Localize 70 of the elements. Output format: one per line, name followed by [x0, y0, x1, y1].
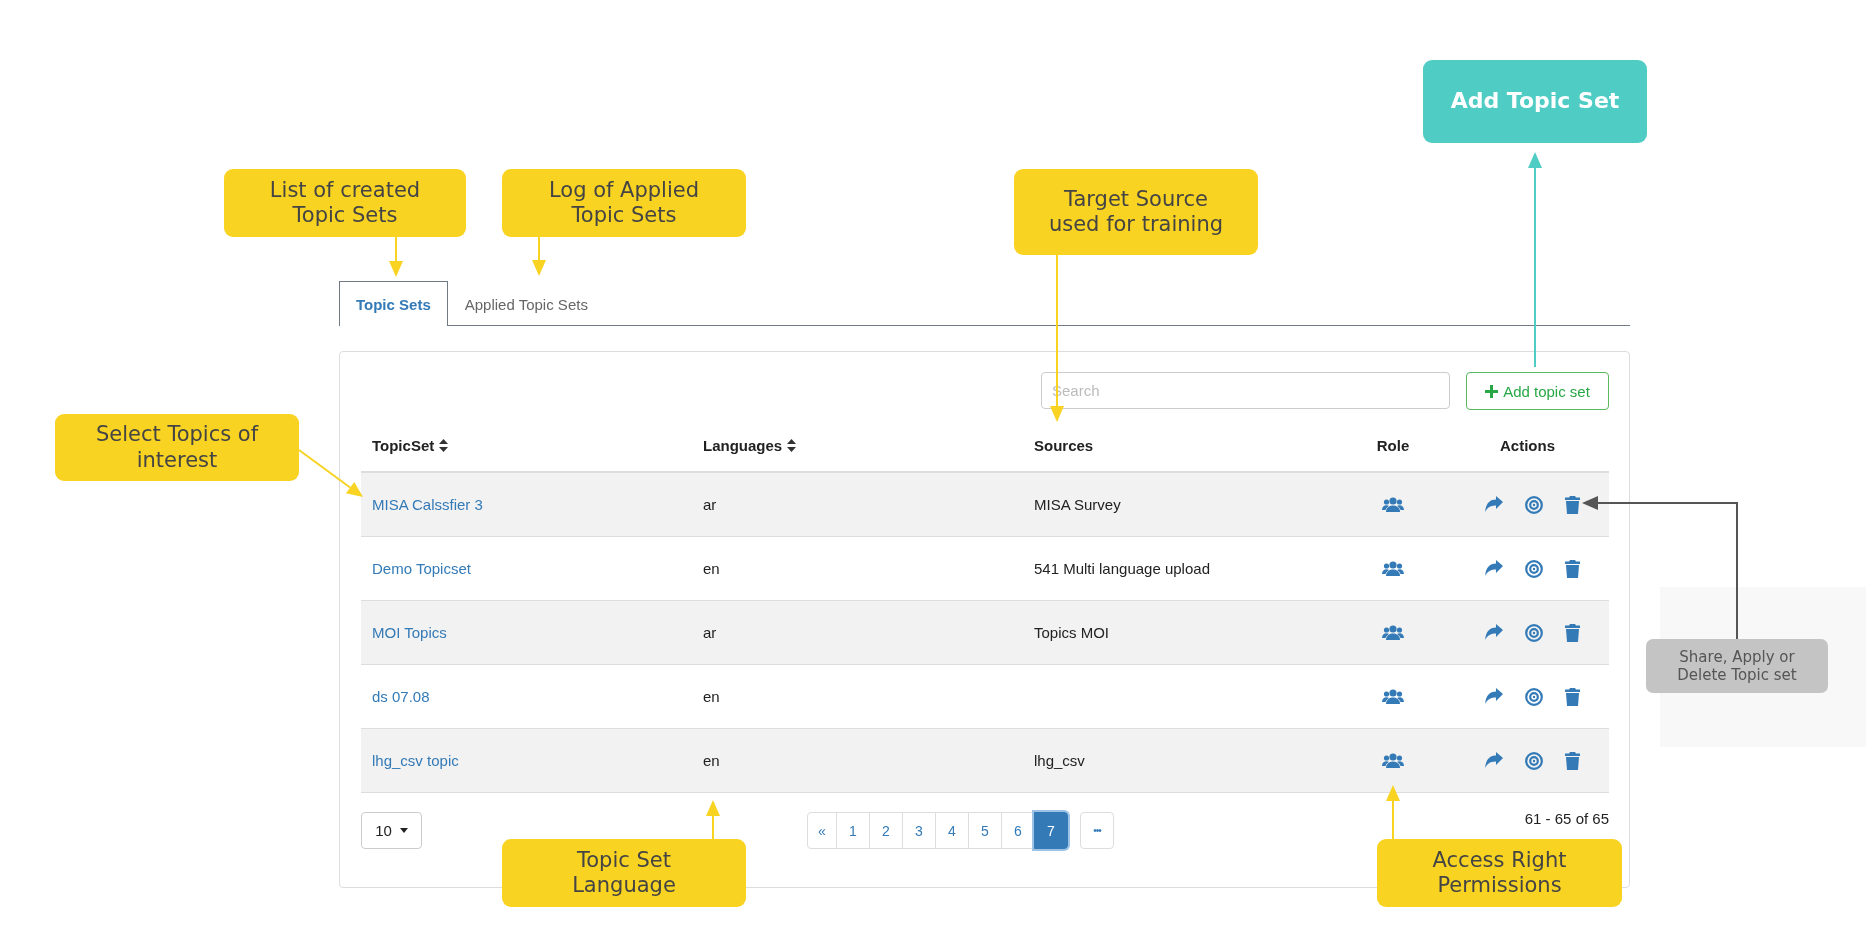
annotation-callout: Share, Apply or Delete Topic set: [1646, 639, 1828, 693]
column-header: TopicSet: [372, 437, 435, 454]
target-button[interactable]: [1525, 687, 1543, 706]
sort-icon[interactable]: [787, 439, 797, 452]
table-cell: Topics MOI: [1034, 624, 1109, 641]
topic-set-link[interactable]: Demo Topicset: [361, 560, 471, 577]
target-button[interactable]: [1525, 751, 1543, 770]
target-button[interactable]: [1525, 559, 1543, 578]
share-button[interactable]: [1485, 495, 1503, 514]
column-header: Sources: [1034, 437, 1094, 454]
share-button[interactable]: [1485, 751, 1503, 770]
annotation-callout: List of created Topic Sets: [224, 169, 466, 237]
annotation-arrow: [389, 236, 403, 277]
users-icon: [1382, 689, 1404, 704]
annotation-arrow: [1386, 785, 1400, 840]
page-button[interactable]: 2: [869, 812, 903, 849]
annotation-callout: Select Topics of interest: [55, 414, 299, 481]
range-text: 61 - 65 of 65: [1524, 810, 1609, 827]
column-header: Actions: [1500, 437, 1555, 454]
delete-button[interactable]: [1565, 559, 1580, 578]
share-button[interactable]: [1485, 623, 1503, 642]
table-cell: en: [703, 560, 720, 577]
column-header: Role: [1376, 437, 1410, 454]
table-cell: 541 Multi language upload: [1034, 560, 1210, 577]
topic-set-link[interactable]: ds 07.08: [361, 688, 430, 705]
target-button[interactable]: [1525, 495, 1543, 514]
annotation-arrow: [532, 236, 546, 276]
caret-icon: [399, 828, 408, 833]
add-topic-set-button[interactable]: Add topic set: [1466, 372, 1609, 410]
page-size-dropdown[interactable]: 10: [361, 812, 422, 849]
annotation-arrow: [298, 449, 363, 497]
annotation-callout: Log of Applied Topic Sets: [502, 169, 746, 237]
more-pages-button[interactable]: •••: [1080, 812, 1114, 849]
users-icon: [1382, 625, 1404, 640]
target-button[interactable]: [1525, 623, 1543, 642]
annotation-arrow: [706, 800, 720, 840]
annotation-callout: Access Right Permissions: [1377, 839, 1622, 907]
page-button[interactable]: 3: [902, 812, 936, 849]
page-button[interactable]: 7: [1034, 812, 1068, 849]
page-button[interactable]: 6: [1001, 812, 1035, 849]
page-button[interactable]: 5: [968, 812, 1002, 849]
table-cell: lhg_csv: [1034, 752, 1085, 769]
page-button[interactable]: 1: [836, 812, 870, 849]
first-page-button[interactable]: «: [807, 812, 837, 849]
table-cell: MISA Survey: [1034, 496, 1121, 513]
delete-button[interactable]: [1565, 751, 1580, 770]
table-cell: en: [703, 688, 720, 705]
tab[interactable]: Topic Sets: [339, 281, 448, 326]
topic-set-link[interactable]: MISA Calssfier 3: [361, 496, 483, 513]
share-button[interactable]: [1485, 687, 1503, 706]
tab[interactable]: Applied Topic Sets: [447, 281, 605, 326]
users-icon: [1382, 561, 1404, 576]
topic-set-link[interactable]: MOI Topics: [361, 624, 447, 641]
annotation-callout: Topic Set Language: [502, 839, 746, 907]
share-button[interactable]: [1485, 559, 1503, 578]
plus-icon: [1485, 384, 1499, 398]
delete-button[interactable]: [1565, 495, 1580, 514]
table-cell: en: [703, 752, 720, 769]
annotation-callout: Target Source used for training: [1014, 169, 1258, 255]
topic-set-link[interactable]: lhg_csv topic: [361, 752, 459, 769]
annotation-callout: Add Topic Set: [1423, 60, 1647, 143]
table-cell: ar: [703, 496, 717, 513]
users-icon: [1382, 753, 1404, 768]
sort-icon[interactable]: [439, 439, 449, 452]
table-cell: ar: [703, 624, 717, 641]
users-icon: [1382, 497, 1404, 512]
column-header: Languages: [703, 437, 783, 454]
delete-button[interactable]: [1565, 623, 1580, 642]
delete-button[interactable]: [1565, 687, 1580, 706]
page-button[interactable]: 4: [935, 812, 969, 849]
